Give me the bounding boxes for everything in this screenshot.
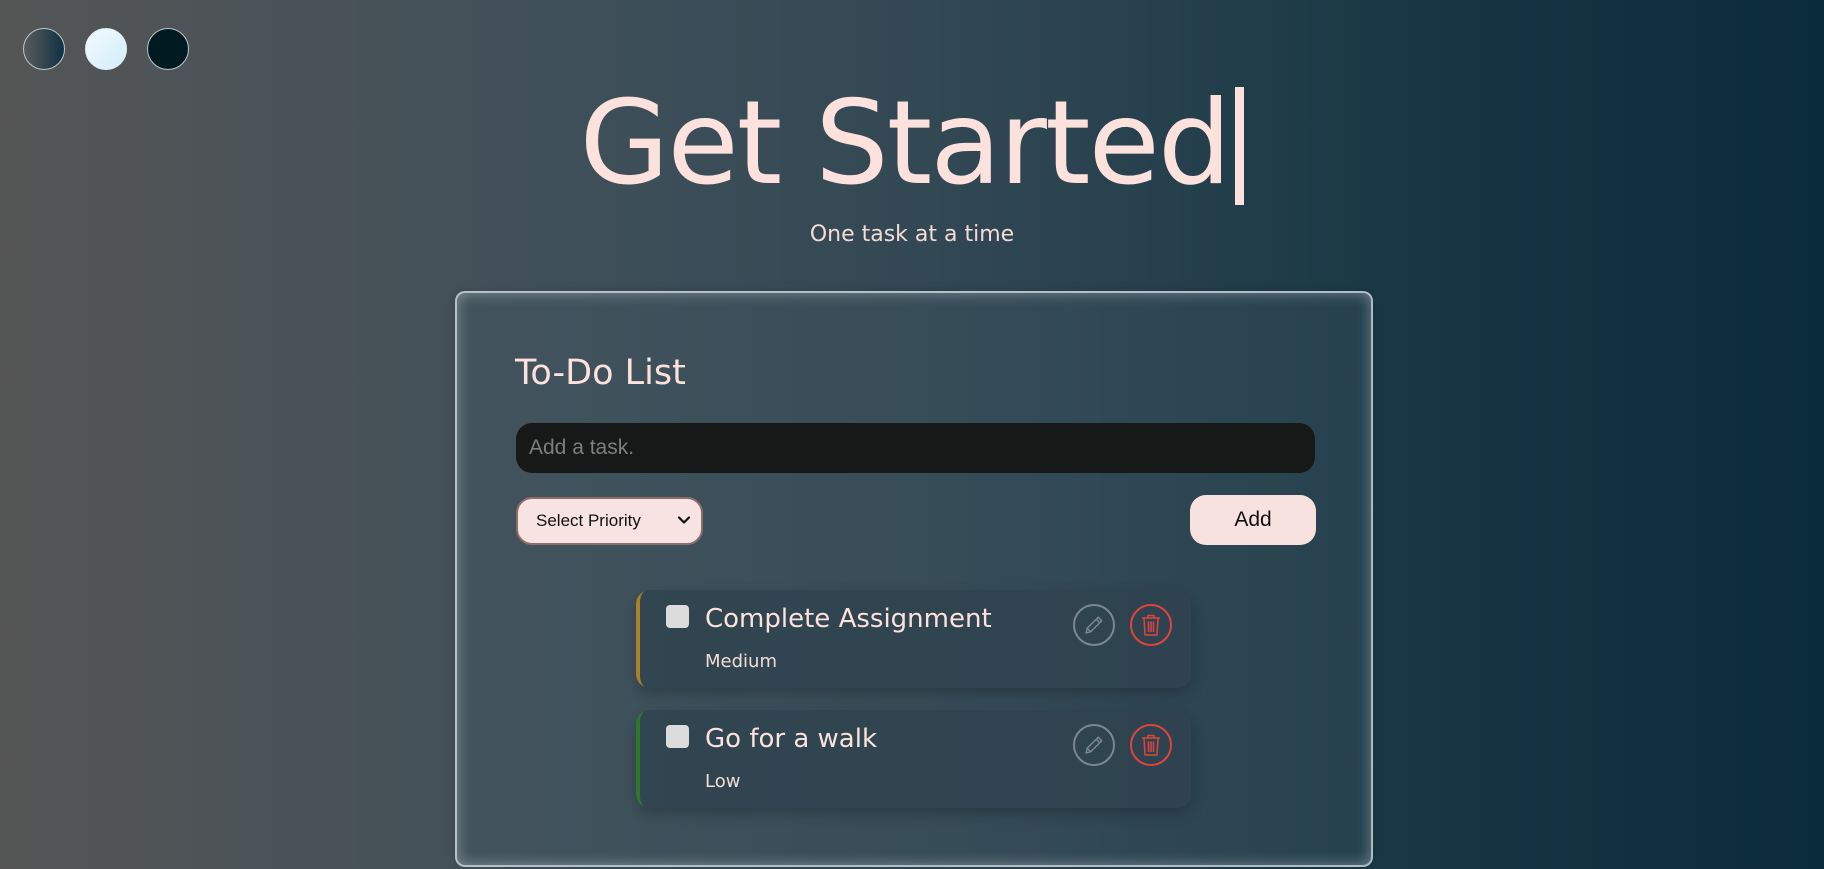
priority-select-value: Select Priority xyxy=(536,511,641,530)
task-input[interactable] xyxy=(516,423,1315,473)
delete-button[interactable] xyxy=(1130,724,1172,766)
page-subtitle: One task at a time xyxy=(809,222,1015,247)
todo-card: To-Do List Select Priority Add Complete … xyxy=(455,291,1373,867)
todo-title: To-Do List xyxy=(515,353,686,393)
page-title-text: Get Started xyxy=(579,76,1232,211)
task-text: Complete Assignment xyxy=(705,604,992,634)
delete-button[interactable] xyxy=(1130,604,1172,646)
edit-button[interactable] xyxy=(1073,604,1115,646)
chevron-down-icon xyxy=(677,516,691,524)
edit-button[interactable] xyxy=(1073,724,1115,766)
theme-switcher xyxy=(23,28,189,70)
task-priority: Medium xyxy=(705,651,777,672)
pencil-icon xyxy=(1085,616,1103,634)
task-text: Go for a walk xyxy=(705,724,878,754)
add-button[interactable]: Add xyxy=(1190,495,1316,545)
priority-accent-medium xyxy=(636,590,648,688)
task-item: Go for a walk Low xyxy=(636,710,1191,808)
trash-icon xyxy=(1142,734,1160,756)
task-priority: Low xyxy=(705,771,741,792)
task-item: Complete Assignment Medium xyxy=(636,590,1191,688)
theme-dot-gradient[interactable] xyxy=(23,28,65,70)
task-checkbox[interactable] xyxy=(666,725,689,748)
priority-accent-low xyxy=(636,710,648,808)
task-checkbox[interactable] xyxy=(666,605,689,628)
page-title: Get Started xyxy=(0,80,1824,208)
typing-cursor xyxy=(1235,87,1245,205)
hero-header: Get Started One task at a time xyxy=(0,80,1824,247)
theme-dot-dark[interactable] xyxy=(147,28,189,70)
theme-dot-light[interactable] xyxy=(85,28,127,70)
priority-select[interactable]: Select Priority xyxy=(516,497,703,545)
trash-icon xyxy=(1142,614,1160,636)
pencil-icon xyxy=(1085,736,1103,754)
